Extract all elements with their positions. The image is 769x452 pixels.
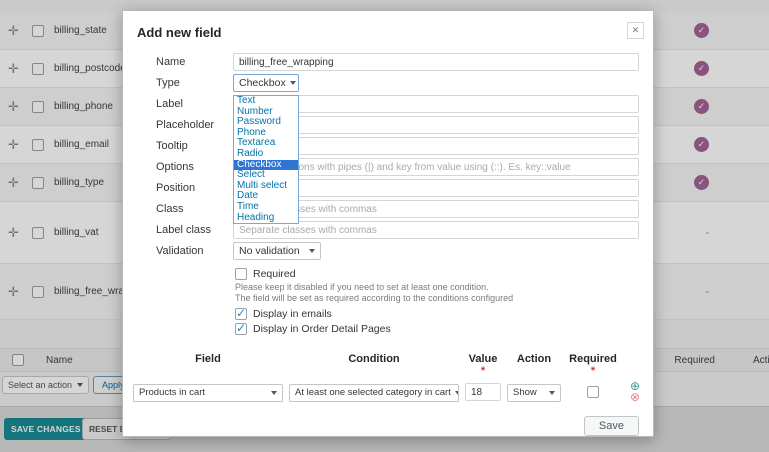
conditions-header: Field Condition Value * Action Required*: [133, 353, 643, 377]
add-field-modal: Add new field ✕ Name Type Checkbox Label…: [122, 10, 654, 437]
condition-field-value: Products in cart: [139, 387, 205, 398]
chevron-down-icon: [271, 391, 277, 395]
conditions-header-condition: Condition: [289, 353, 459, 365]
type-dropdown-list: TextNumberPasswordPhoneTextareaRadioChec…: [233, 95, 299, 224]
name-field-label: Name: [156, 56, 233, 68]
options-field-label: Options: [156, 161, 233, 173]
modal-header: Add new field ✕: [123, 11, 653, 51]
conditions-header-value: Value *: [465, 353, 501, 377]
conditions-header-action: Action: [507, 353, 561, 365]
type-option[interactable]: Radio: [234, 149, 298, 160]
type-option[interactable]: Time: [234, 202, 298, 213]
name-input[interactable]: [233, 53, 639, 71]
close-icon[interactable]: ✕: [627, 22, 644, 39]
condition-value-input[interactable]: [465, 383, 501, 401]
tooltip-field-label: Tooltip: [156, 140, 233, 152]
display-in-emails-label: Display in emails: [253, 308, 332, 320]
display-in-order-pages-label: Display in Order Detail Pages: [253, 323, 391, 335]
field-form: Name Type Checkbox Label Placeholder Too…: [123, 51, 653, 260]
remove-condition-icon[interactable]: ⊗: [630, 392, 640, 403]
type-field-label: Type: [156, 77, 233, 89]
display-in-order-pages-checkbox[interactable]: [235, 323, 247, 335]
display-in-emails-checkbox[interactable]: [235, 308, 247, 320]
placeholder-field-label: Placeholder: [156, 119, 233, 131]
required-asterisk: *: [591, 365, 595, 377]
condition-type-value: At least one selected category in cart: [295, 387, 451, 398]
type-select[interactable]: Checkbox: [233, 74, 299, 92]
type-select-value: Checkbox: [239, 77, 286, 89]
validation-select-value: No validation: [239, 245, 300, 257]
required-help-line-1: Please keep it disabled if you need to s…: [235, 282, 639, 293]
condition-required-checkbox[interactable]: [587, 386, 599, 398]
label-class-field-label: Label class: [156, 224, 233, 236]
chevron-down-icon: [549, 391, 555, 395]
chevron-down-icon: [309, 249, 315, 253]
modal-title: Add new field: [137, 25, 222, 40]
required-label: Required: [253, 268, 296, 280]
conditions-header-field: Field: [133, 353, 283, 365]
required-asterisk: *: [481, 365, 485, 377]
save-button[interactable]: Save: [584, 416, 639, 436]
condition-field-select[interactable]: Products in cart: [133, 384, 283, 402]
condition-type-select[interactable]: At least one selected category in cart: [289, 384, 459, 402]
condition-row: Products in cart At least one selected c…: [133, 381, 643, 403]
modal-footer: Save: [123, 403, 653, 436]
validation-select[interactable]: No validation: [233, 242, 321, 260]
position-field-label: Position: [156, 182, 233, 194]
chevron-down-icon: [290, 81, 296, 85]
validation-field-label: Validation: [156, 245, 233, 257]
conditions-section: Field Condition Value * Action Required*…: [123, 353, 653, 403]
required-checkbox[interactable]: [235, 268, 247, 280]
condition-action-select[interactable]: Show: [507, 384, 561, 402]
chevron-down-icon: [455, 391, 459, 395]
checkbox-section: Required Please keep it disabled if you …: [123, 263, 653, 335]
required-help-line-2: The field will be set as required accord…: [235, 293, 639, 304]
type-option[interactable]: Heading: [234, 213, 298, 224]
conditions-header-required: Required*: [567, 353, 619, 377]
type-option[interactable]: Text: [234, 96, 298, 107]
class-field-label: Class: [156, 203, 233, 215]
label-field-label: Label: [156, 98, 233, 110]
condition-action-value: Show: [513, 387, 537, 398]
